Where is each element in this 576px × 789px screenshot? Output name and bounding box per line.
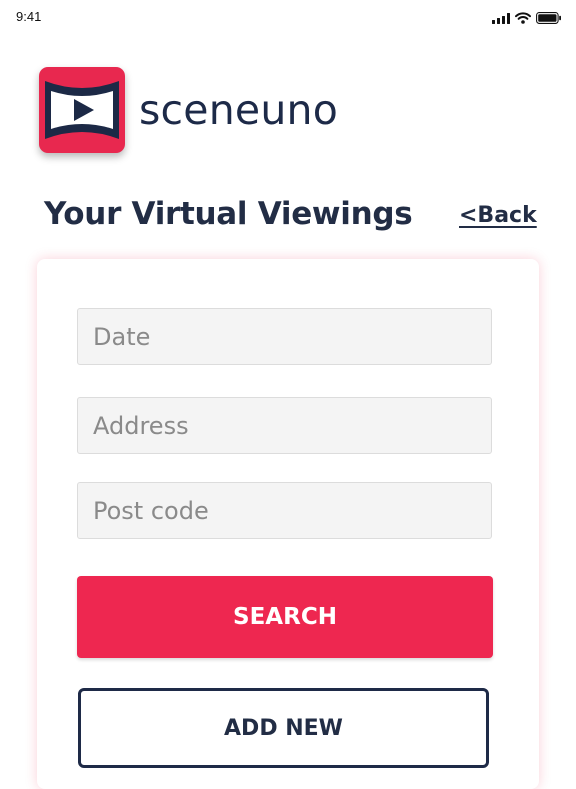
add-new-button[interactable]: ADD NEW [78, 688, 489, 768]
status-time: 9:41 [16, 9, 42, 24]
address-input[interactable] [77, 397, 492, 454]
play-video-logo-icon [39, 67, 125, 153]
status-bar: 9:41 [0, 0, 576, 36]
battery-icon [536, 12, 561, 24]
brand-name: sceneuno [139, 86, 338, 134]
wifi-icon [515, 12, 531, 24]
status-icons [492, 12, 562, 24]
page-title: Your Virtual Viewings [44, 196, 413, 232]
date-input[interactable] [77, 308, 492, 365]
search-button[interactable]: SEARCH [77, 576, 493, 658]
search-form-card: SEARCH ADD NEW [37, 259, 539, 789]
cellular-signal-icon [492, 13, 510, 24]
back-link[interactable]: <Back [459, 203, 537, 228]
brand-logo: sceneuno [39, 67, 338, 153]
postcode-input[interactable] [77, 482, 492, 539]
